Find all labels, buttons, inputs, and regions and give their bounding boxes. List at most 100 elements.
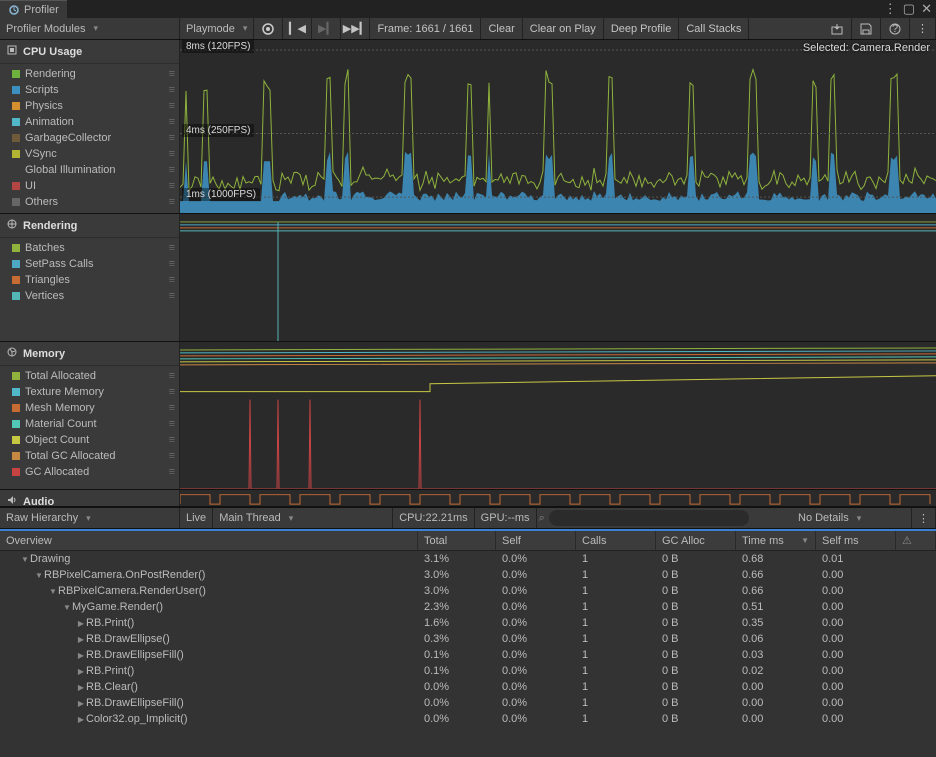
table-row[interactable]: ▶RB.DrawEllipseFill() 0.0% 0.0% 1 0 B 0.… [0, 695, 936, 711]
legend-item[interactable]: Vertices≡ [0, 288, 179, 304]
module-header[interactable]: Rendering [0, 214, 179, 238]
legend-item[interactable]: Total GC Allocated≡ [0, 448, 179, 464]
table-row[interactable]: ▶RB.Print() 1.6% 0.0% 1 0 B 0.35 0.00 [0, 615, 936, 631]
module-chart[interactable] [180, 214, 936, 341]
table-row[interactable]: ▶RB.Print() 0.1% 0.0% 1 0 B 0.02 0.00 [0, 663, 936, 679]
foldout-icon[interactable]: ▼ [48, 587, 58, 596]
next-frame-button[interactable]: ▶▎ [312, 18, 341, 39]
clear-on-play-button[interactable]: Clear on Play [523, 18, 604, 39]
legend-item[interactable]: SetPass Calls≡ [0, 256, 179, 272]
drag-handle-icon[interactable]: ≡ [169, 433, 173, 447]
foldout-icon[interactable]: ▼ [20, 555, 30, 564]
search-input[interactable] [549, 510, 749, 526]
table-row[interactable]: ▶RB.DrawEllipse() 0.3% 0.0% 1 0 B 0.06 0… [0, 631, 936, 647]
legend-item[interactable]: VSync≡ [0, 146, 179, 162]
foldout-icon[interactable]: ▼ [34, 571, 44, 580]
drag-handle-icon[interactable]: ≡ [169, 369, 173, 383]
foldout-icon[interactable]: ▶ [76, 619, 86, 628]
table-row[interactable]: ▶Color32.op_Implicit() 0.0% 0.0% 1 0 B 0… [0, 711, 936, 727]
foldout-icon[interactable]: ▶ [76, 651, 86, 660]
hierarchy-menu[interactable]: ⋮ [912, 508, 936, 528]
col-timems[interactable]: Time ms▼ [736, 531, 816, 550]
deep-profile-button[interactable]: Deep Profile [604, 18, 680, 39]
context-menu-button[interactable]: ⋮ [910, 18, 936, 39]
table-row[interactable]: ▼MyGame.Render() 2.3% 0.0% 1 0 B 0.51 0.… [0, 599, 936, 615]
col-calls[interactable]: Calls [576, 531, 656, 550]
drag-handle-icon[interactable]: ≡ [169, 417, 173, 431]
col-warning[interactable]: ⚠ [896, 531, 936, 550]
drag-handle-icon[interactable]: ≡ [169, 385, 173, 399]
module-header[interactable]: Memory [0, 342, 179, 366]
drag-handle-icon[interactable]: ≡ [169, 241, 173, 255]
foldout-icon[interactable]: ▼ [62, 603, 72, 612]
foldout-icon[interactable]: ▶ [76, 635, 86, 644]
foldout-icon[interactable]: ▶ [76, 715, 86, 724]
legend-item[interactable]: Others≡ [0, 194, 179, 210]
hierarchy-mode-dropdown[interactable]: Raw Hierarchy [0, 508, 180, 528]
clear-button[interactable]: Clear [481, 18, 522, 39]
load-button[interactable] [823, 18, 852, 39]
drag-handle-icon[interactable]: ≡ [169, 99, 173, 113]
drag-handle-icon[interactable]: ≡ [169, 289, 173, 303]
last-frame-button[interactable]: ▶▶▎ [341, 18, 370, 39]
legend-item[interactable]: Texture Memory≡ [0, 384, 179, 400]
record-button[interactable] [254, 18, 283, 39]
foldout-icon[interactable]: ▶ [76, 683, 86, 692]
legend-item[interactable]: Material Count≡ [0, 416, 179, 432]
col-overview[interactable]: Overview [0, 531, 418, 550]
col-selfms[interactable]: Self ms [816, 531, 896, 550]
drag-handle-icon[interactable]: ≡ [169, 131, 173, 145]
module-chart[interactable] [180, 342, 936, 489]
prev-frame-button[interactable]: ▎◀ [283, 18, 312, 39]
legend-item[interactable]: Physics≡ [0, 98, 179, 114]
call-stacks-button[interactable]: Call Stacks [679, 18, 749, 39]
drag-handle-icon[interactable]: ≡ [169, 67, 173, 81]
help-button[interactable]: ? [881, 18, 910, 39]
drag-handle-icon[interactable]: ≡ [169, 163, 173, 177]
table-row[interactable]: ▶RB.Clear() 0.0% 0.0% 1 0 B 0.00 0.00 [0, 679, 936, 695]
foldout-icon[interactable]: ▶ [76, 667, 86, 676]
legend-item[interactable]: GarbageCollector≡ [0, 130, 179, 146]
window-menu-icon[interactable]: ⋮ [884, 1, 897, 17]
legend-item[interactable]: Total Allocated≡ [0, 368, 179, 384]
drag-handle-icon[interactable]: ≡ [169, 179, 173, 193]
profiler-tab[interactable]: Profiler [0, 0, 67, 18]
module-header[interactable]: CPU Usage [0, 40, 179, 64]
window-close-icon[interactable]: ✕ [921, 1, 932, 17]
drag-handle-icon[interactable]: ≡ [169, 465, 173, 479]
foldout-icon[interactable]: ▶ [76, 699, 86, 708]
drag-handle-icon[interactable]: ≡ [169, 115, 173, 129]
legend-item[interactable]: Object Count≡ [0, 432, 179, 448]
legend-item[interactable]: Mesh Memory≡ [0, 400, 179, 416]
thread-dropdown[interactable]: Main Thread [213, 508, 393, 528]
window-maximize-icon[interactable]: ▢ [903, 1, 915, 17]
legend-item[interactable]: Rendering≡ [0, 66, 179, 82]
table-row[interactable]: ▼Drawing 3.1% 0.0% 1 0 B 0.68 0.01 [0, 551, 936, 567]
col-total[interactable]: Total [418, 531, 496, 550]
col-self[interactable]: Self [496, 531, 576, 550]
module-chart[interactable]: 8ms (120FPS)4ms (250FPS)1ms (1000FPS)Sel… [180, 40, 936, 213]
profiler-modules-dropdown[interactable]: Profiler Modules [0, 18, 180, 39]
col-gcalloc[interactable]: GC Alloc [656, 531, 736, 550]
table-row[interactable]: ▶RB.DrawEllipseFill() 0.1% 0.0% 1 0 B 0.… [0, 647, 936, 663]
table-row[interactable]: ▼RBPixelCamera.OnPostRender() 3.0% 0.0% … [0, 567, 936, 583]
save-button[interactable] [852, 18, 881, 39]
drag-handle-icon[interactable]: ≡ [169, 273, 173, 287]
legend-item[interactable]: UI≡ [0, 178, 179, 194]
legend-item[interactable]: Triangles≡ [0, 272, 179, 288]
module-chart[interactable] [180, 490, 936, 506]
table-row[interactable]: ▼RBPixelCamera.RenderUser() 3.0% 0.0% 1 … [0, 583, 936, 599]
playmode-dropdown[interactable]: Playmode [180, 18, 254, 39]
drag-handle-icon[interactable]: ≡ [169, 257, 173, 271]
legend-item[interactable]: Scripts≡ [0, 82, 179, 98]
details-dropdown[interactable]: No Details [792, 508, 912, 528]
legend-item[interactable]: Global Illumination≡ [0, 162, 179, 178]
legend-item[interactable]: Animation≡ [0, 114, 179, 130]
legend-item[interactable]: Batches≡ [0, 240, 179, 256]
drag-handle-icon[interactable]: ≡ [169, 449, 173, 463]
drag-handle-icon[interactable]: ≡ [169, 401, 173, 415]
drag-handle-icon[interactable]: ≡ [169, 195, 173, 209]
live-toggle[interactable]: Live [180, 508, 213, 528]
legend-item[interactable]: GC Allocated≡ [0, 464, 179, 480]
drag-handle-icon[interactable]: ≡ [169, 147, 173, 161]
